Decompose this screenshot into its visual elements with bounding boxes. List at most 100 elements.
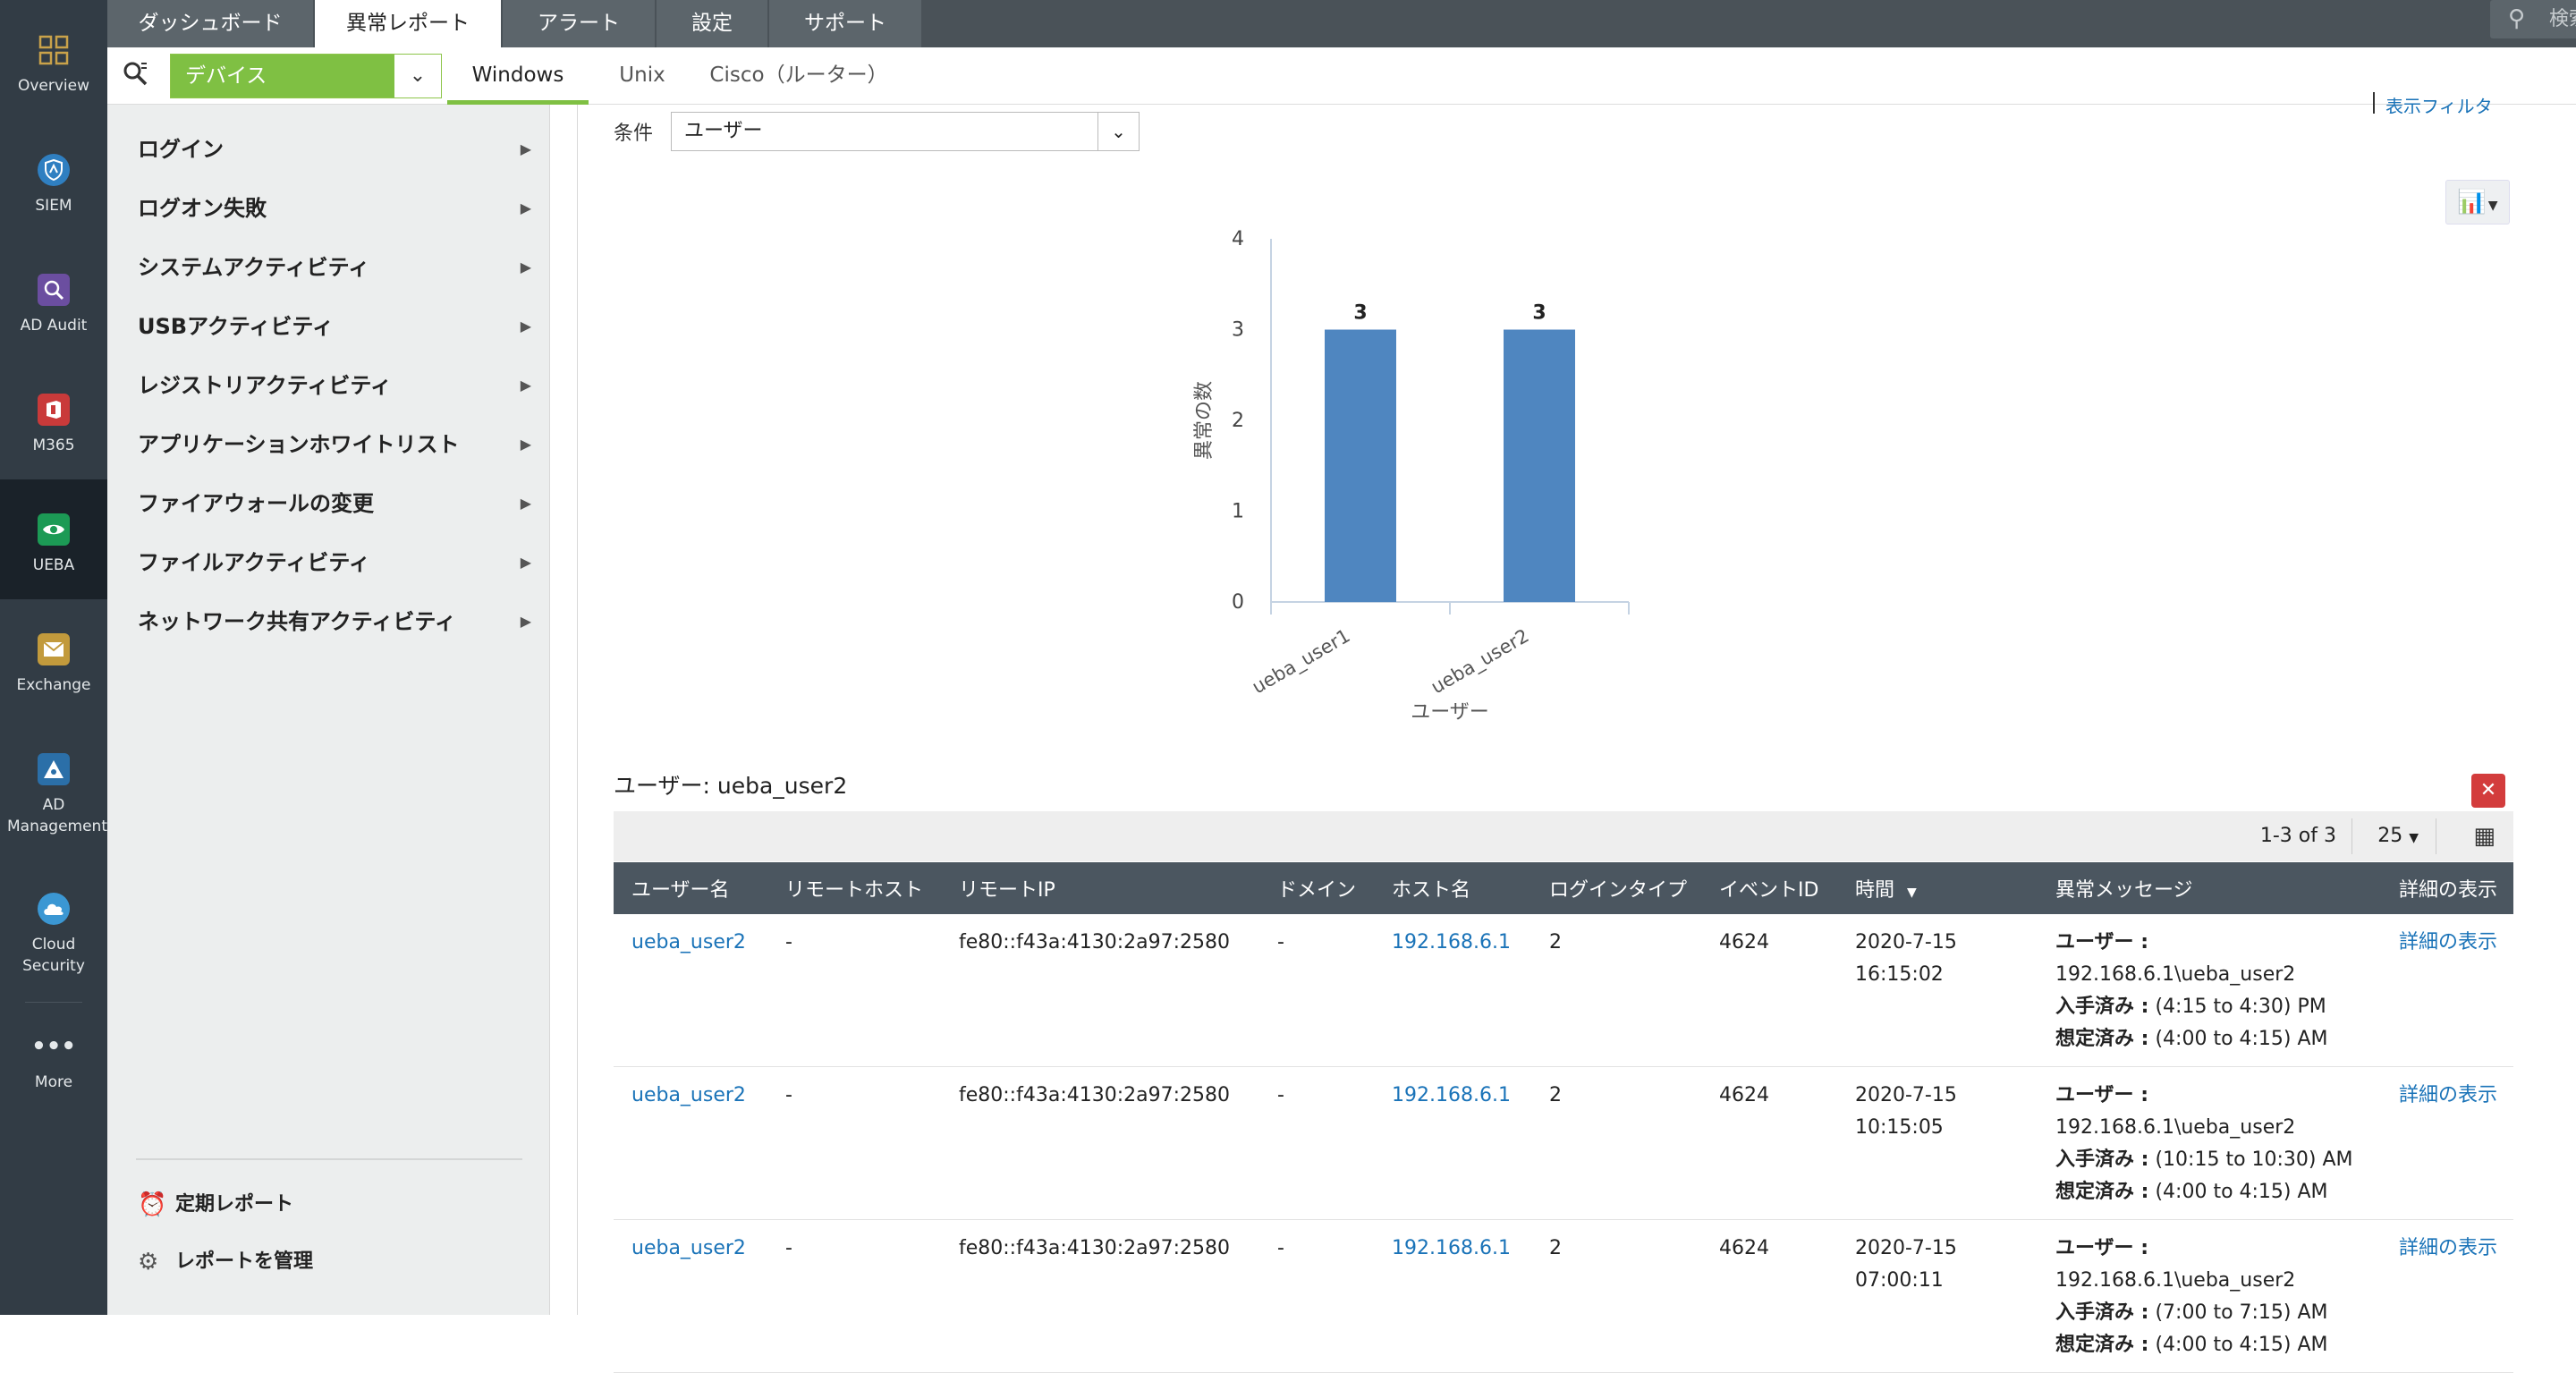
- cell-domain: -: [1259, 1066, 1374, 1220]
- rail-item-cloud-security[interactable]: Cloud Security: [0, 859, 107, 996]
- scheduled-reports-label: 定期レポート: [175, 1193, 294, 1216]
- search-input[interactable]: ⚲ 検索...: [2490, 0, 2576, 38]
- condition-select[interactable]: ユーザー ⌄: [671, 112, 1140, 151]
- tab-unix[interactable]: Unix: [589, 47, 696, 105]
- tab-settings[interactable]: 設定: [657, 0, 769, 47]
- ueba-eye-icon: [38, 513, 70, 546]
- close-button[interactable]: ✕: [2471, 774, 2505, 808]
- per-page-select[interactable]: 25 ▼: [2377, 811, 2419, 863]
- table-header-row: ユーザー名 リモートホスト リモートIP ドメイン ホスト名 ログインタイプ イ…: [614, 862, 2513, 914]
- condition-label: 条件: [614, 123, 654, 145]
- col-hostname[interactable]: ホスト名: [1374, 862, 1531, 914]
- menu-item-system-activity[interactable]: システムアクティビティ ▶: [138, 245, 531, 290]
- rail-item-siem[interactable]: SIEM: [0, 120, 107, 240]
- menu-item-app-whitelist[interactable]: アプリケーションホワイトリスト ▶: [138, 422, 531, 467]
- col-remote-ip[interactable]: リモートIP: [941, 862, 1259, 914]
- ad-management-icon: [38, 753, 70, 785]
- cell-hostname[interactable]: 192.168.6.1: [1374, 914, 1531, 1067]
- col-domain[interactable]: ドメイン: [1259, 862, 1374, 914]
- caret-down-icon: ▼: [2487, 199, 2498, 213]
- menu-item-label: ログイン: [138, 137, 224, 162]
- anomaly-bar-chart: 0 1 2 3 4 3 ueba_user1 3 ueba_user2 ユーザー 異常の数: [1193, 228, 1630, 722]
- rail-item-more[interactable]: ••• More: [0, 1011, 107, 1131]
- rail-item-overview[interactable]: Overview: [0, 0, 107, 120]
- tab-cisco[interactable]: Cisco（ルーター）: [696, 47, 902, 105]
- chevron-down-icon: ⌄: [1097, 113, 1139, 150]
- menu-item-usb-activity[interactable]: USBアクティビティ ▶: [138, 304, 531, 349]
- cell-details-link[interactable]: 詳細の表示: [2381, 914, 2513, 1067]
- cell-remote-host: -: [767, 1219, 941, 1373]
- cell-username[interactable]: ueba_user2: [614, 1219, 767, 1373]
- chart-type-button[interactable]: 📊 ▼: [2445, 180, 2510, 225]
- cell-anomaly-message: ユーザー : 192.168.6.1\ueba_user2 入手済み : (10:1…: [2038, 1066, 2381, 1220]
- per-page-value: 25: [2377, 825, 2403, 847]
- cell-time: 2020-7-15 10:15:05: [1837, 1066, 2038, 1220]
- col-event-id[interactable]: イベントID: [1701, 862, 1837, 914]
- panel-divider: [136, 1158, 522, 1160]
- menu-item-label: レジストリアクティビティ: [138, 373, 392, 398]
- rail-item-ad-management[interactable]: AD Management: [0, 719, 107, 857]
- column-chooser-icon[interactable]: ▦: [2473, 811, 2496, 861]
- menu-item-file-activity[interactable]: ファイルアクティビティ ▶: [138, 540, 531, 585]
- cell-hostname[interactable]: 192.168.6.1: [1374, 1066, 1531, 1220]
- menu-item-registry-activity[interactable]: レジストリアクティビティ ▶: [138, 363, 531, 408]
- cell-username[interactable]: ueba_user2: [614, 914, 767, 1067]
- tab-anomaly-reports[interactable]: 異常レポート: [315, 0, 503, 47]
- cell-anomaly-message: ユーザー : 192.168.6.1\ueba_user2 入手済み : (7:00…: [2038, 1219, 2381, 1373]
- cell-login-type: 2: [1531, 914, 1701, 1067]
- col-anomaly-message[interactable]: 異常メッセージ: [2038, 862, 2381, 914]
- cell-domain: -: [1259, 1219, 1374, 1373]
- rail-item-exchange[interactable]: Exchange: [0, 599, 107, 719]
- rail-label: More: [34, 1073, 73, 1091]
- search-icon: ⚲: [2508, 5, 2526, 32]
- device-select-value: デバイス: [171, 55, 394, 97]
- top-navigation: ダッシュボード 異常レポート アラート 設定 サポート ⚲ 検索...: [107, 0, 2576, 47]
- menu-item-firewall-changes[interactable]: ファイアウォールの変更 ▶: [138, 481, 531, 526]
- col-time[interactable]: 時間 ▼: [1837, 862, 2038, 914]
- menu-item-logon-failure[interactable]: ログオン失敗 ▶: [138, 186, 531, 231]
- rail-item-ad-audit[interactable]: AD Audit: [0, 240, 107, 360]
- cell-time-date: 2020-7-15: [1855, 1084, 1957, 1106]
- device-select[interactable]: デバイス ⌄: [170, 54, 442, 98]
- msg-user-value: 192.168.6.1\ueba_user2: [2055, 1116, 2296, 1139]
- msg-got-label: 入手済み :: [2055, 1301, 2149, 1324]
- menu-item-login[interactable]: ログイン ▶: [138, 127, 531, 172]
- cell-details-link[interactable]: 詳細の表示: [2381, 1219, 2513, 1373]
- tab-support[interactable]: サポート: [769, 0, 923, 47]
- col-login-type[interactable]: ログインタイプ: [1531, 862, 1701, 914]
- y-tick-label: 4: [1232, 228, 1244, 250]
- cell-username[interactable]: ueba_user2: [614, 1066, 767, 1220]
- manage-reports-link[interactable]: ⚙ レポートを管理: [138, 1244, 313, 1280]
- cell-hostname[interactable]: 192.168.6.1: [1374, 1219, 1531, 1373]
- record-count: 1-3 of 3: [2259, 825, 2336, 847]
- tab-dashboard[interactable]: ダッシュボード: [107, 0, 315, 47]
- menu-item-network-share-activity[interactable]: ネットワーク共有アクティビティ ▶: [138, 599, 531, 644]
- msg-got-value: (10:15 to 10:30) AM: [2155, 1148, 2353, 1171]
- display-filter-link[interactable]: 表示フィルタ: [2373, 92, 2493, 114]
- rail-label: Cloud Security: [22, 936, 85, 975]
- data-label: 3: [1532, 302, 1546, 325]
- table-row: ueba_user2- fe80::f43a:4130:2a97:2580-192…: [614, 914, 2513, 1067]
- col-username[interactable]: ユーザー名: [614, 862, 767, 914]
- condition-select-value: ユーザー: [684, 120, 763, 142]
- msg-got-value: (4:15 to 4:30) PM: [2155, 996, 2326, 1018]
- cell-time-date: 2020-7-15: [1855, 931, 1957, 953]
- siem-shield-icon: [38, 154, 70, 186]
- tab-alerts[interactable]: アラート: [503, 0, 657, 47]
- cell-details-link[interactable]: 詳細の表示: [2381, 1066, 2513, 1220]
- msg-expected-label: 想定済み :: [2055, 1334, 2149, 1356]
- col-remote-host[interactable]: リモートホスト: [767, 862, 941, 914]
- cell-remote-ip: fe80::f43a:4130:2a97:2580: [941, 1066, 1259, 1220]
- msg-got-value: (7:00 to 7:15) AM: [2155, 1301, 2328, 1324]
- rail-divider: [25, 1002, 82, 1003]
- msg-user-label: ユーザー :: [2055, 1237, 2149, 1259]
- caret-down-icon: ▼: [2409, 831, 2419, 845]
- rail-item-ueba[interactable]: UEBA: [0, 479, 107, 599]
- exchange-mail-icon: [38, 633, 70, 665]
- tab-windows[interactable]: Windows: [447, 47, 589, 105]
- filter-search-icon[interactable]: [120, 60, 150, 90]
- table-row: ueba_user2- fe80::f43a:4130:2a97:2580-192…: [614, 1066, 2513, 1220]
- col-details[interactable]: 詳細の表示: [2381, 862, 2513, 914]
- rail-item-m365[interactable]: M365: [0, 360, 107, 479]
- scheduled-reports-link[interactable]: ⏰ 定期レポート: [138, 1187, 293, 1223]
